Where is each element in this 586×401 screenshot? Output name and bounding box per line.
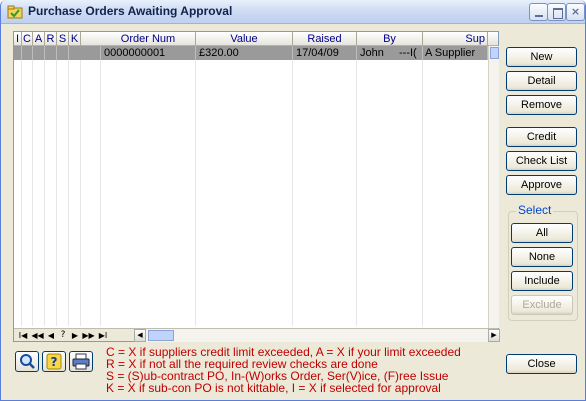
- col-header-value[interactable]: Value: [196, 32, 293, 46]
- col-header-c[interactable]: C: [22, 32, 33, 46]
- cell-by: John: [360, 47, 384, 59]
- select-group-title: Select: [516, 203, 554, 217]
- col-header-raised[interactable]: Raised: [293, 32, 357, 46]
- credit-button[interactable]: Credit: [506, 127, 577, 147]
- search-icon: [20, 354, 35, 369]
- remove-button[interactable]: Remove: [506, 95, 577, 115]
- vertical-scroll-thumb[interactable]: [490, 47, 499, 59]
- purchase-orders-window: Purchase Orders Awaiting Approval × I C …: [0, 0, 586, 401]
- cell-value: £320.00: [196, 46, 293, 60]
- folder-icon: [7, 5, 23, 19]
- table-row[interactable]: 0000000001 £320.00 17/04/09 John ---I( A…: [14, 46, 488, 60]
- prev-page-icon[interactable]: ◀◀: [30, 329, 45, 342]
- legend-line: K = X if sub-con PO is not kittable, I =…: [106, 381, 441, 395]
- horizontal-scroll-thumb[interactable]: [148, 330, 174, 341]
- printer-icon: [72, 353, 90, 370]
- close-window-button[interactable]: ×: [566, 3, 585, 21]
- close-button[interactable]: Close: [506, 354, 577, 374]
- col-header-order-num[interactable]: Order Num: [101, 32, 196, 46]
- col-header-i[interactable]: I: [14, 32, 22, 46]
- col-header-a[interactable]: A: [33, 32, 45, 46]
- first-record-icon[interactable]: I◀: [16, 329, 30, 342]
- vertical-scrollbar[interactable]: [488, 46, 499, 328]
- include-button[interactable]: Include: [511, 271, 573, 291]
- select-all-button[interactable]: All: [511, 223, 573, 243]
- minimize-button[interactable]: [529, 3, 548, 21]
- exclude-button[interactable]: Exclude: [511, 295, 573, 315]
- maximize-button[interactable]: [547, 3, 566, 21]
- title-bar: Purchase Orders Awaiting Approval ×: [1, 0, 585, 24]
- check-list-button[interactable]: Check List: [506, 151, 577, 171]
- next-record-icon[interactable]: ▶: [69, 329, 81, 342]
- col-divider: [356, 46, 357, 326]
- col-header-k[interactable]: K: [69, 32, 81, 46]
- last-record-icon[interactable]: ▶I: [96, 329, 110, 342]
- cell-order-num: 0000000001: [101, 46, 196, 60]
- goto-record-icon[interactable]: ?: [57, 329, 69, 342]
- svg-text:?: ?: [51, 355, 58, 369]
- cell-raised: 17/04/09: [293, 46, 357, 60]
- cell-s: [57, 46, 69, 60]
- col-divider: [100, 46, 101, 326]
- legend-text: C = X if suppliers credit limit exceeded…: [106, 346, 461, 394]
- print-button[interactable]: [69, 351, 93, 372]
- cell-c: [22, 46, 33, 60]
- scroll-left-icon[interactable]: ◀: [134, 329, 146, 342]
- orders-grid[interactable]: I C A R S K Order Num Value Raised By Su…: [13, 31, 500, 342]
- col-divider: [195, 46, 196, 326]
- window-title: Purchase Orders Awaiting Approval: [28, 4, 233, 18]
- col-divider: [422, 46, 423, 326]
- col-divider: [56, 46, 57, 326]
- col-divider: [32, 46, 33, 326]
- col-header-by[interactable]: By: [357, 32, 423, 46]
- col-header-s[interactable]: S: [57, 32, 69, 46]
- search-button[interactable]: [15, 351, 39, 372]
- grid-header: I C A R S K Order Num Value Raised By Su…: [14, 32, 498, 46]
- col-divider: [44, 46, 45, 326]
- horizontal-scrollbar[interactable]: ◀ ▶: [134, 329, 500, 342]
- detail-button[interactable]: Detail: [506, 71, 577, 91]
- col-divider: [80, 46, 81, 326]
- new-button[interactable]: New: [506, 47, 577, 67]
- cell-k: [69, 46, 101, 60]
- next-page-icon[interactable]: ▶▶: [81, 329, 96, 342]
- cell-r: [45, 46, 57, 60]
- prev-record-icon[interactable]: ◀: [45, 329, 57, 342]
- col-divider: [21, 46, 22, 326]
- record-navigator: I◀ ◀◀ ◀ ? ▶ ▶▶ ▶I ◀ ▶: [14, 328, 500, 342]
- cell-supplier: A Supplier: [423, 46, 488, 60]
- help-button[interactable]: ?: [42, 351, 66, 372]
- cell-a: [33, 46, 45, 60]
- cell-by-extra: ---I(: [399, 46, 423, 60]
- select-none-button[interactable]: None: [511, 247, 573, 267]
- scroll-right-icon[interactable]: ▶: [488, 329, 500, 342]
- help-icon: ?: [46, 353, 62, 370]
- col-divider: [292, 46, 293, 326]
- col-header-supplier[interactable]: Sup: [423, 32, 488, 46]
- col-header-r[interactable]: R: [45, 32, 57, 46]
- approve-button[interactable]: Approve: [506, 175, 577, 195]
- cell-i: [14, 46, 22, 60]
- col-divider: [68, 46, 69, 326]
